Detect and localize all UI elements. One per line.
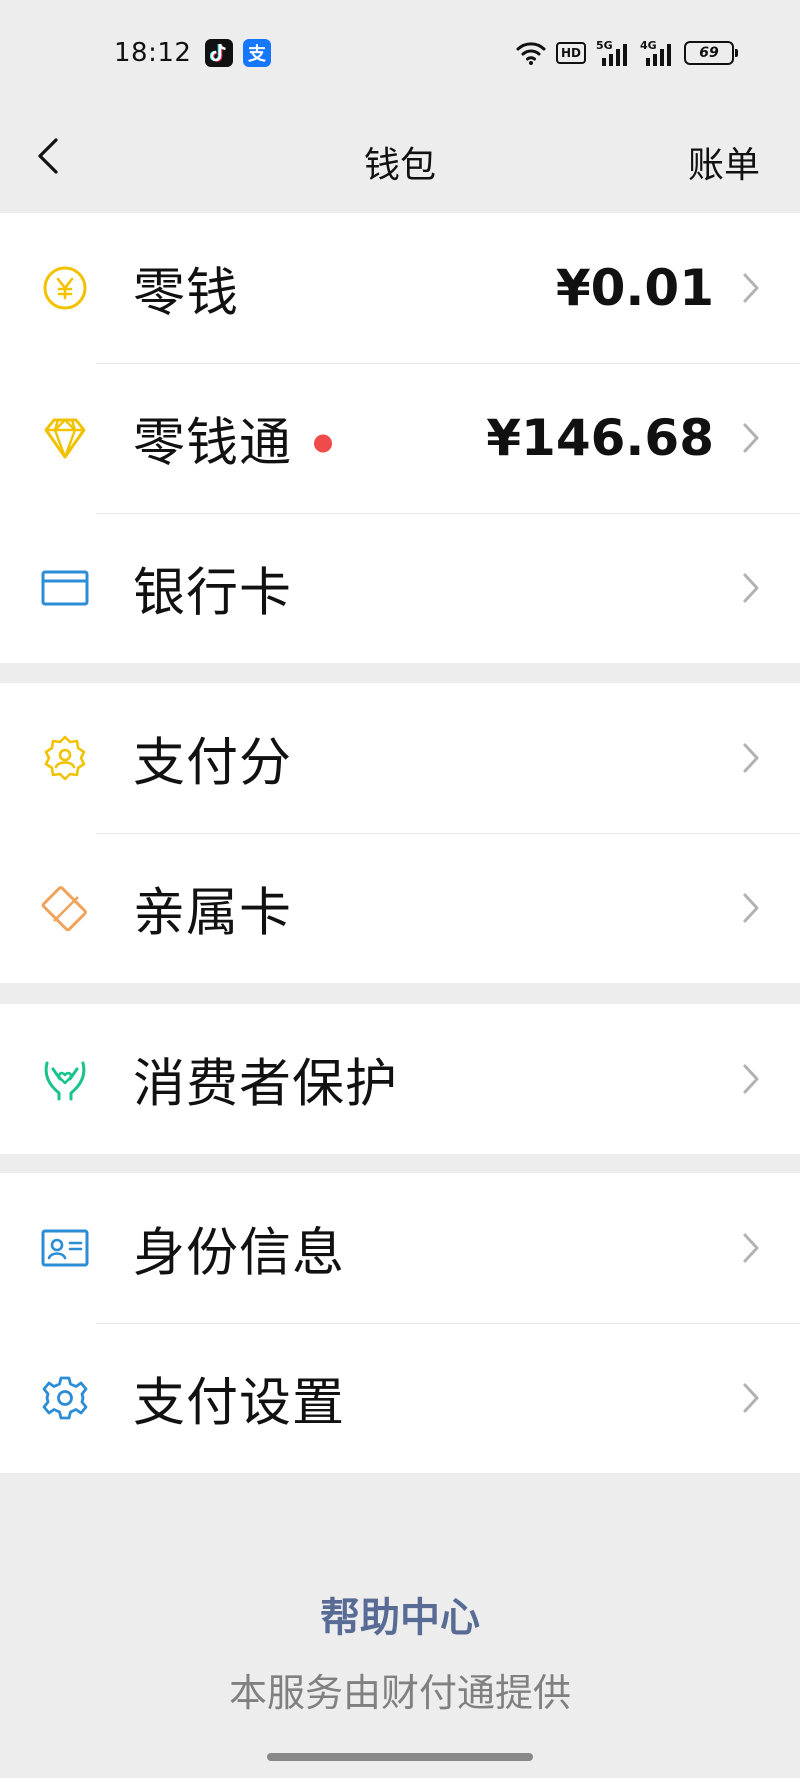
chevron-right-icon: [743, 893, 759, 923]
id-card-icon: [40, 1223, 90, 1273]
wallet-group-settings: 身份信息 支付设置: [0, 1173, 800, 1473]
chevron-right-icon: [743, 573, 759, 603]
list-item-bank-card[interactable]: 银行卡: [0, 513, 800, 663]
list-item-label: 零钱: [133, 263, 240, 324]
change-balance: ¥0.01: [555, 259, 714, 317]
hd-badge: HD: [555, 42, 586, 64]
status-indicators: HD 5G 4G 69: [516, 40, 738, 66]
list-item-label: 零钱通: [133, 401, 333, 476]
list-item-label: 银行卡: [133, 563, 293, 624]
battery-level: 69: [699, 45, 719, 61]
wallet-group-balance: 零钱 ¥0.01 零钱通 ¥146.68 银行卡: [0, 213, 800, 663]
home-indicator[interactable]: [267, 1753, 533, 1761]
nav-bar: 钱包 账单: [0, 106, 800, 210]
credit-score-icon: [40, 733, 90, 783]
protect-hands-icon: [40, 1054, 90, 1104]
bank-card-icon: [40, 563, 90, 613]
list-item-lingqiantong[interactable]: 零钱通 ¥146.68: [0, 363, 800, 513]
family-card-icon: [40, 883, 90, 933]
list-item-label: 消费者保护: [133, 1054, 399, 1115]
chevron-right-icon: [743, 1233, 759, 1263]
chevron-right-icon: [743, 743, 759, 773]
list-item-label-text: 零钱通: [133, 413, 293, 474]
signal-4g-icon: 4G: [640, 40, 674, 66]
wallet-group-protection: 消费者保护: [0, 1004, 800, 1154]
list-item-label: 亲属卡: [133, 883, 293, 944]
list-item-label: 身份信息: [133, 1223, 346, 1284]
wallet-group-credit: 支付分 亲属卡: [0, 683, 800, 983]
list-item-change[interactable]: 零钱 ¥0.01: [0, 213, 800, 363]
chevron-right-icon: [743, 273, 759, 303]
list-item-consumer-protection[interactable]: 消费者保护: [0, 1004, 800, 1154]
chevron-right-icon: [743, 423, 759, 453]
help-center-link[interactable]: 帮助中心: [0, 1585, 800, 1643]
bill-button[interactable]: 账单: [688, 136, 760, 188]
lingqiantong-balance: ¥146.68: [486, 409, 714, 467]
service-provider-text: 本服务由财付通提供: [228, 1671, 571, 1715]
list-item-identity-info[interactable]: 身份信息: [0, 1173, 800, 1323]
settings-gear-icon: [40, 1373, 90, 1423]
diamond-icon: [40, 413, 90, 463]
wifi-icon: [516, 42, 546, 65]
battery-icon: 69: [684, 41, 738, 65]
list-item-family-card[interactable]: 亲属卡: [0, 833, 800, 983]
notification-dot: [314, 434, 333, 453]
list-item-payment-settings[interactable]: 支付设置: [0, 1323, 800, 1473]
chevron-right-icon: [743, 1383, 759, 1413]
page-title: 钱包: [363, 145, 436, 186]
status-bar: 18:12 支 HD 5G 4G 69: [0, 0, 800, 106]
alipay-icon: 支: [243, 39, 271, 67]
list-item-label: 支付分: [133, 733, 293, 794]
tiktok-icon: [205, 39, 233, 67]
list-item-label: 支付设置: [133, 1373, 346, 1434]
yuan-coin-icon: [40, 263, 90, 313]
signal-5g-icon: 5G: [596, 40, 630, 66]
chevron-right-icon: [743, 1064, 759, 1094]
status-time: 18:12: [114, 38, 192, 68]
list-item-payment-score[interactable]: 支付分: [0, 683, 800, 833]
